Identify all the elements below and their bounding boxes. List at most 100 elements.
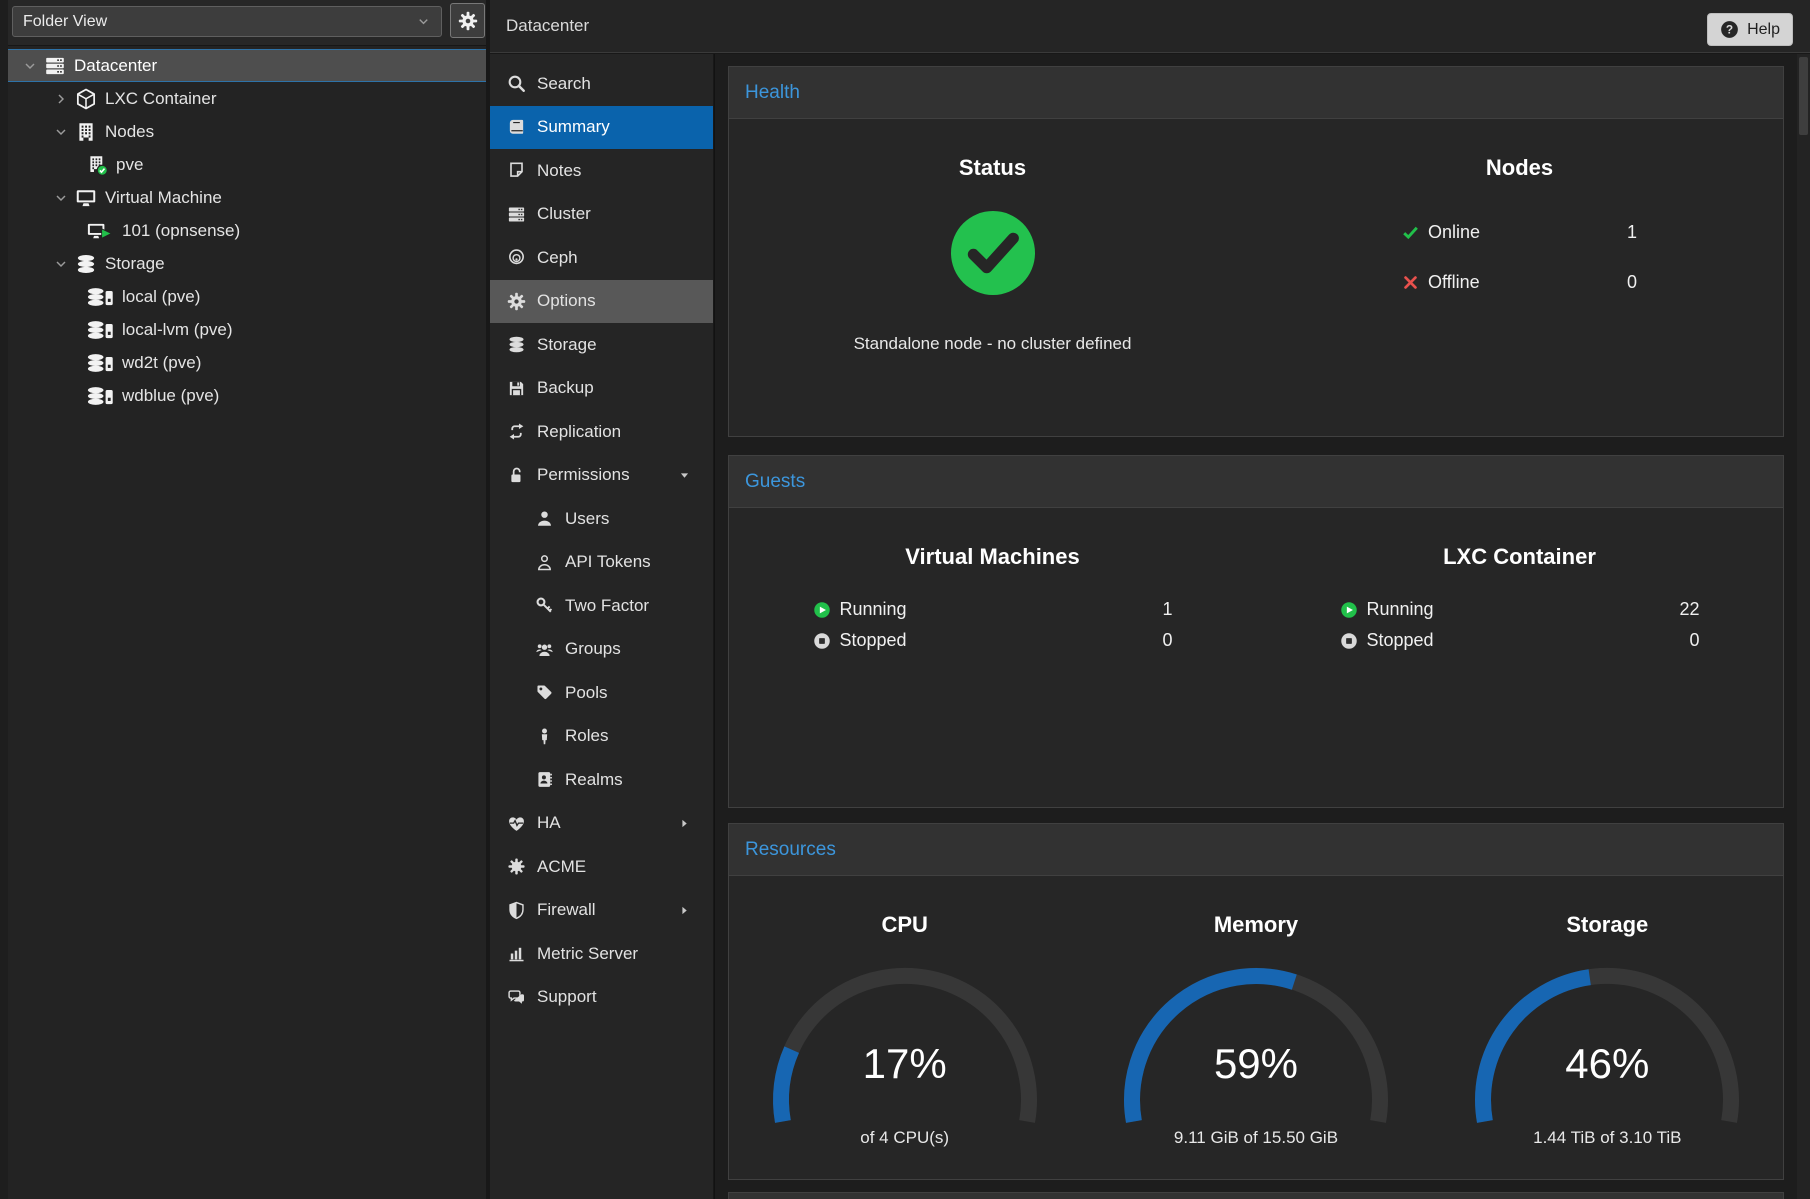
- tree-item-wdblue-pve[interactable]: wdblue (pve): [8, 379, 486, 412]
- nav-item-label: HA: [537, 813, 561, 833]
- tree-item-label: local-lvm (pve): [122, 320, 233, 340]
- database-drive-icon: [86, 352, 114, 374]
- nav-item-metric-server[interactable]: Metric Server: [490, 932, 713, 976]
- burst-icon: [507, 857, 526, 876]
- nav-item-support[interactable]: Support: [490, 976, 713, 1020]
- status-ok-icon: [951, 211, 1035, 295]
- tree-item-label: local (pve): [122, 287, 200, 307]
- nav-item-permissions[interactable]: Permissions: [490, 454, 713, 498]
- search-icon: [507, 74, 526, 93]
- topbar: Datacenter ? Help: [490, 0, 1810, 53]
- gauge-heading: Memory: [1080, 912, 1431, 938]
- database-drive-icon: [86, 286, 114, 308]
- tree-toolbar: Folder View: [8, 0, 486, 46]
- nav-item-notes[interactable]: Notes: [490, 149, 713, 193]
- arrow-right-icon: [678, 904, 691, 917]
- gauge-storage-chart: 46%: [1462, 952, 1752, 1134]
- resources-panel-body: CPU17%of 4 CPU(s)Memory59%9.11 GiB of 15…: [729, 876, 1783, 1148]
- tree-item-datacenter[interactable]: Datacenter: [8, 49, 486, 82]
- nav-item-groups[interactable]: Groups: [490, 628, 713, 672]
- nav-item-firewall[interactable]: Firewall: [490, 889, 713, 933]
- content-area: Health Status Standalone node - no clust…: [714, 54, 1810, 1199]
- nav-item-label: Replication: [537, 422, 621, 442]
- nav-item-ceph[interactable]: Ceph: [490, 236, 713, 280]
- help-button[interactable]: ? Help: [1707, 13, 1793, 46]
- nav-item-two-factor[interactable]: Two Factor: [490, 584, 713, 628]
- guest-group-virtual-machines: Virtual MachinesRunning1Stopped0: [729, 508, 1256, 656]
- chevron-down-icon[interactable]: [53, 124, 69, 140]
- nav-item-search[interactable]: Search: [490, 62, 713, 106]
- tree-item-local-lvm-pve[interactable]: local-lvm (pve): [8, 313, 486, 346]
- nav-item-api-tokens[interactable]: API Tokens: [490, 541, 713, 585]
- chevron-down-icon[interactable]: [53, 256, 69, 272]
- gauge-memory-chart: 59%: [1111, 952, 1401, 1134]
- nav-item-acme[interactable]: ACME: [490, 845, 713, 889]
- view-mode-select[interactable]: Folder View: [12, 6, 442, 37]
- question-circle-icon: ?: [1720, 20, 1739, 39]
- nav-item-replication[interactable]: Replication: [490, 410, 713, 454]
- nav-item-users[interactable]: Users: [490, 497, 713, 541]
- tree-settings-button[interactable]: [450, 3, 485, 38]
- shield-icon: [507, 901, 526, 920]
- nav-item-realms[interactable]: Realms: [490, 758, 713, 802]
- nodes-heading: Nodes: [1256, 155, 1783, 181]
- nav-item-label: Cluster: [537, 204, 591, 224]
- ceph-icon: [507, 248, 526, 267]
- scrollbar-thumb[interactable]: [1799, 57, 1808, 135]
- nav-item-label: Firewall: [537, 900, 596, 920]
- tree-item-101-opnsense[interactable]: 101 (opnsense): [8, 214, 486, 247]
- tree-item-storage[interactable]: Storage: [8, 247, 486, 280]
- building-icon: [75, 121, 97, 143]
- check-icon: [1402, 224, 1419, 241]
- chevron-right-icon[interactable]: [53, 91, 69, 107]
- arrow-right-icon: [678, 817, 691, 830]
- nav-item-label: Two Factor: [565, 596, 649, 616]
- floppy-icon: [507, 379, 526, 398]
- database-drive-icon: [86, 385, 114, 407]
- chevron-down-icon[interactable]: [53, 190, 69, 206]
- nav-item-pools[interactable]: Pools: [490, 671, 713, 715]
- tree-item-wd2t-pve[interactable]: wd2t (pve): [8, 346, 486, 379]
- tree-item-label: Datacenter: [74, 56, 157, 76]
- guest-row-virtual-machines-running: Running1: [813, 594, 1173, 625]
- tree-item-virtual-machine[interactable]: Virtual Machine: [8, 181, 486, 214]
- database-icon: [507, 335, 526, 354]
- next-panel-partially-visible: [728, 1192, 1784, 1199]
- cube-icon: [75, 88, 97, 110]
- chevron-down-icon[interactable]: [22, 58, 38, 74]
- tree-item-label: Virtual Machine: [105, 188, 222, 208]
- tree-item-pve[interactable]: pve: [8, 148, 486, 181]
- nav-item-summary[interactable]: Summary: [490, 106, 713, 150]
- tree-item-label: 101 (opnsense): [122, 221, 240, 241]
- nav-item-label: API Tokens: [565, 552, 651, 572]
- nav-item-roles[interactable]: Roles: [490, 715, 713, 759]
- node-row-offline: Offline0: [1402, 257, 1637, 307]
- resource-tree-panel: Folder View Datacenter LXC ContainerNodes…: [8, 0, 486, 1199]
- vertical-scrollbar[interactable]: [1797, 54, 1810, 1199]
- nav-item-label: Roles: [565, 726, 608, 746]
- tree-item-lxc-container[interactable]: LXC Container: [8, 82, 486, 115]
- guest-group-heading: LXC Container: [1256, 544, 1783, 570]
- database-drive-icon: [86, 319, 114, 341]
- tree-item-local-pve[interactable]: local (pve): [8, 280, 486, 313]
- gauge-percent: 59%: [1111, 1040, 1401, 1088]
- tree-item-nodes[interactable]: Nodes: [8, 115, 486, 148]
- guest-row-label: Stopped: [840, 630, 907, 651]
- nav-item-storage[interactable]: Storage: [490, 323, 713, 367]
- nav-item-label: Storage: [537, 335, 597, 355]
- person-icon: [535, 727, 554, 746]
- nav-item-ha[interactable]: HA: [490, 802, 713, 846]
- guest-row-value: 1: [1162, 599, 1172, 620]
- monitor-icon: [75, 187, 97, 209]
- lock-open-icon: [507, 466, 526, 485]
- nav-item-backup[interactable]: Backup: [490, 367, 713, 411]
- nav-item-cluster[interactable]: Cluster: [490, 193, 713, 237]
- svg-text:?: ?: [1726, 23, 1733, 37]
- node-status-rows: Online1Offline0: [1402, 207, 1637, 307]
- nav-item-options[interactable]: Options: [490, 280, 713, 324]
- play-circle-icon: [1340, 601, 1358, 619]
- gear-icon: [507, 292, 526, 311]
- nav-item-label: Realms: [565, 770, 623, 790]
- gauge-percent: 46%: [1462, 1040, 1752, 1088]
- guests-panel-title: Guests: [745, 471, 805, 493]
